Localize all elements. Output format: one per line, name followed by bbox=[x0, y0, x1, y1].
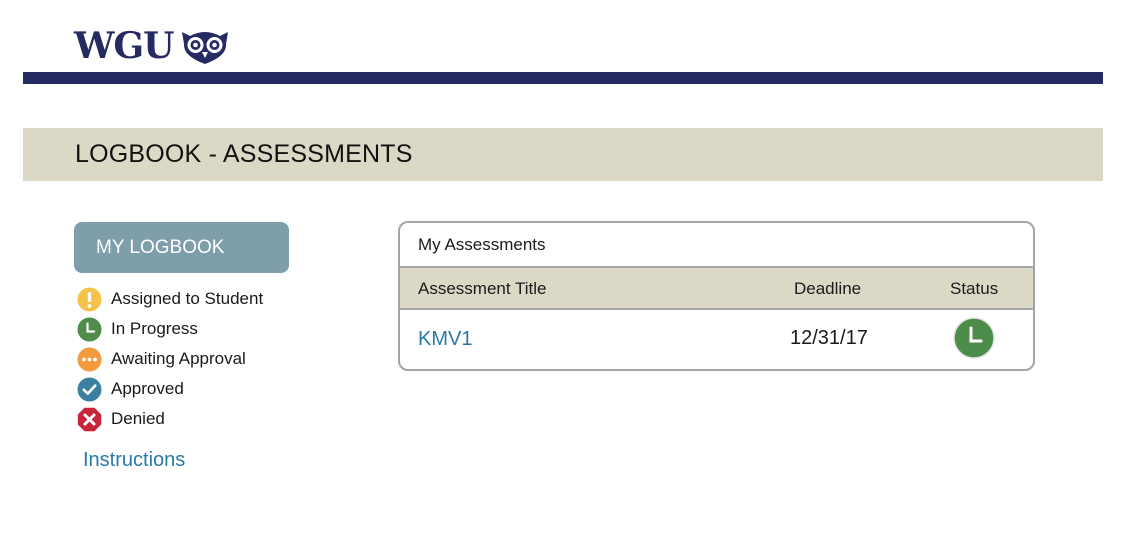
legend-label: Assigned to Student bbox=[111, 289, 264, 308]
legend-item-in-progress: In Progress bbox=[77, 314, 263, 344]
legend-label: In Progress bbox=[111, 319, 198, 338]
legend-item-assigned: Assigned to Student bbox=[77, 284, 263, 314]
legend-item-awaiting: Awaiting Approval bbox=[77, 344, 263, 374]
clock-icon bbox=[77, 317, 102, 342]
status-legend: Assigned to Student In Progress Awaiting… bbox=[77, 284, 263, 434]
ellipsis-icon bbox=[77, 347, 102, 372]
table-header: Assessment Title Deadline Status bbox=[400, 268, 1033, 310]
legend-label: Awaiting Approval bbox=[111, 349, 246, 368]
column-header-title: Assessment Title bbox=[418, 279, 547, 298]
column-header-deadline: Deadline bbox=[794, 279, 862, 298]
owl-logo-icon bbox=[181, 32, 228, 64]
my-logbook-button[interactable]: MY LOGBOOK bbox=[74, 222, 289, 273]
legend-item-denied: Denied bbox=[77, 404, 263, 434]
clock-icon bbox=[953, 317, 995, 359]
my-assessments-panel: My Assessments Assessment Title Deadline… bbox=[398, 221, 1035, 371]
legend-label: Approved bbox=[111, 379, 184, 398]
panel-title: My Assessments bbox=[400, 223, 1033, 268]
exclamation-icon bbox=[77, 287, 102, 312]
header-divider-bar bbox=[23, 72, 1103, 84]
x-icon bbox=[77, 407, 102, 432]
column-header-status: Status bbox=[950, 279, 999, 298]
check-icon bbox=[77, 377, 102, 402]
logo-wordmark: WGU bbox=[74, 25, 175, 67]
table-row: KMV1 12/31/17 bbox=[400, 310, 1033, 369]
title-band: LOGBOOK - ASSESSMENTS bbox=[23, 128, 1103, 181]
page: WGU LOGBOOK - ASSESSMENTS MY LOGBOOK Ass… bbox=[0, 0, 1125, 539]
assessment-title-link[interactable]: KMV1 bbox=[418, 310, 472, 369]
legend-label: Denied bbox=[111, 409, 165, 428]
page-title: LOGBOOK - ASSESSMENTS bbox=[75, 140, 413, 168]
assessment-deadline: 12/31/17 bbox=[790, 327, 868, 349]
legend-item-approved: Approved bbox=[77, 374, 263, 404]
instructions-link[interactable]: Instructions bbox=[83, 449, 185, 472]
wgu-logo[interactable]: WGU bbox=[74, 26, 230, 66]
